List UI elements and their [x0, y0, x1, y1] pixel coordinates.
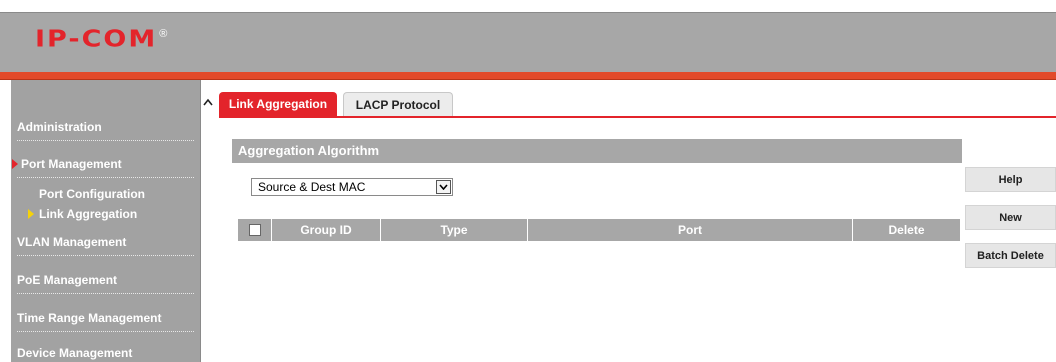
sidebar-subitem-link-aggregation[interactable]: Link Aggregation	[28, 207, 194, 221]
sidebar-subitem-label: Link Aggregation	[39, 207, 138, 221]
sidebar-divider	[17, 293, 194, 294]
help-button[interactable]: Help	[965, 167, 1056, 192]
sidebar-item-device-management[interactable]: Device Management	[17, 346, 194, 360]
chevron-up-icon[interactable]	[202, 96, 214, 108]
aggregation-algorithm-select[interactable]: Source & Dest MAC	[251, 178, 453, 196]
sidebar-collapse-gutter	[200, 80, 215, 362]
sidebar-divider	[17, 255, 194, 256]
batch-delete-button[interactable]: Batch Delete	[965, 243, 1056, 268]
section-title: Aggregation Algorithm	[232, 139, 962, 163]
sidebar-item-label: PoE Management	[17, 273, 118, 287]
sidebar-item-label: Administration	[17, 120, 102, 134]
top-strip	[0, 0, 1056, 12]
logo-text: IP-COM	[35, 26, 158, 53]
sidebar-subitem-label: Port Configuration	[39, 187, 145, 201]
sidebar-item-port-management[interactable]: Port Management	[12, 157, 194, 171]
select-all-checkbox[interactable]	[249, 224, 261, 236]
sidebar-divider	[17, 331, 194, 332]
selected-arrow-icon	[28, 209, 34, 219]
sidebar-divider	[17, 177, 194, 178]
brand-logo: IP-COM ®	[35, 27, 167, 57]
aggregation-table-header: Group ID Type Port Delete	[238, 219, 960, 241]
expanded-arrow-icon	[12, 159, 18, 169]
tab-underline	[219, 116, 1056, 118]
sidebar-divider	[17, 140, 194, 141]
sidebar-nav: Administration Port Management Port Conf…	[11, 80, 200, 362]
sidebar-subitem-port-configuration[interactable]: Port Configuration	[39, 187, 194, 201]
header-accent-bar	[0, 72, 1056, 80]
column-header-type[interactable]: Type	[381, 219, 527, 241]
tab-lacp-protocol[interactable]: LACP Protocol	[343, 92, 453, 116]
sidebar-item-label: Device Management	[17, 346, 133, 360]
column-header-group-id[interactable]: Group ID	[272, 219, 380, 241]
sidebar-item-vlan-management[interactable]: VLAN Management	[17, 235, 194, 249]
sidebar-item-label: Port Management	[21, 157, 122, 171]
new-button[interactable]: New	[965, 205, 1056, 230]
sidebar-item-time-range-management[interactable]: Time Range Management	[17, 311, 194, 325]
column-header-port[interactable]: Port	[528, 219, 852, 241]
chevron-down-icon[interactable]	[436, 180, 451, 194]
registered-mark: ®	[159, 28, 168, 40]
sidebar-item-label: VLAN Management	[17, 235, 127, 249]
select-value: Source & Dest MAC	[258, 180, 366, 194]
sidebar-item-administration[interactable]: Administration	[17, 120, 194, 134]
column-header-delete[interactable]: Delete	[853, 219, 960, 241]
sidebar-item-label: Time Range Management	[17, 311, 162, 325]
sidebar-item-poe-management[interactable]: PoE Management	[17, 273, 194, 287]
app-header: IP-COM ®	[0, 12, 1056, 72]
tab-link-aggregation[interactable]: Link Aggregation	[219, 92, 337, 116]
